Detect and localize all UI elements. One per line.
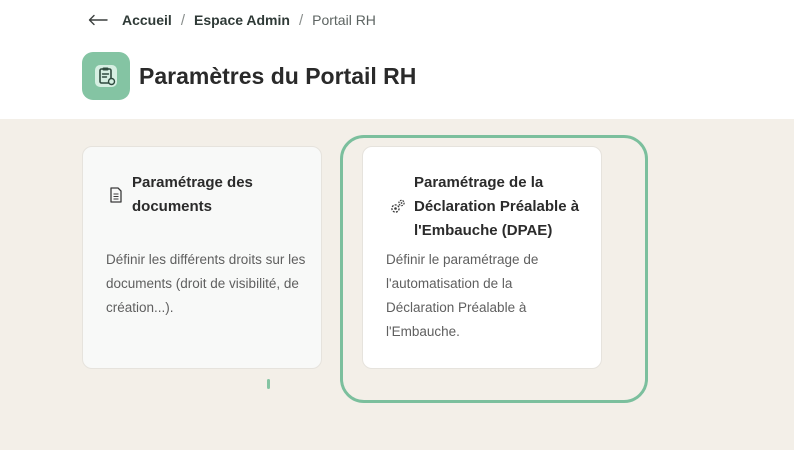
scroll-indicator	[267, 379, 270, 389]
clipboard-settings-icon	[82, 52, 130, 100]
breadcrumb-espace-admin[interactable]: Espace Admin	[194, 12, 290, 28]
breadcrumb: Accueil / Espace Admin / Portail RH	[88, 11, 376, 29]
gears-icon	[388, 197, 408, 217]
breadcrumb-accueil[interactable]: Accueil	[122, 12, 172, 28]
back-arrow-icon[interactable]	[88, 12, 108, 28]
card-dpae-settings[interactable]: Paramétrage de la Déclaration Préalable …	[362, 146, 602, 369]
breadcrumb-portail-rh: Portail RH	[312, 12, 376, 28]
card-document-settings[interactable]: Paramétrage des documents Définir les di…	[82, 146, 322, 369]
page-header: Accueil / Espace Admin / Portail RH Para…	[0, 0, 794, 119]
document-icon	[106, 185, 126, 205]
card-title: Paramétrage des documents	[132, 174, 253, 215]
page-title: Paramètres du Portail RH	[139, 62, 417, 89]
title-row: Paramètres du Portail RH	[82, 52, 416, 100]
card-header: Paramétrage de la Déclaration Préalable …	[388, 171, 584, 243]
breadcrumb-separator: /	[180, 11, 185, 29]
card-header: Paramétrage des documents	[106, 171, 282, 219]
card-title: Paramétrage de la Déclaration Préalable …	[414, 174, 580, 239]
card-description: Définir les différents droits sur les do…	[106, 252, 306, 315]
card-description: Définir le paramétrage de l'automatisati…	[386, 252, 539, 339]
breadcrumb-separator: /	[298, 11, 304, 29]
